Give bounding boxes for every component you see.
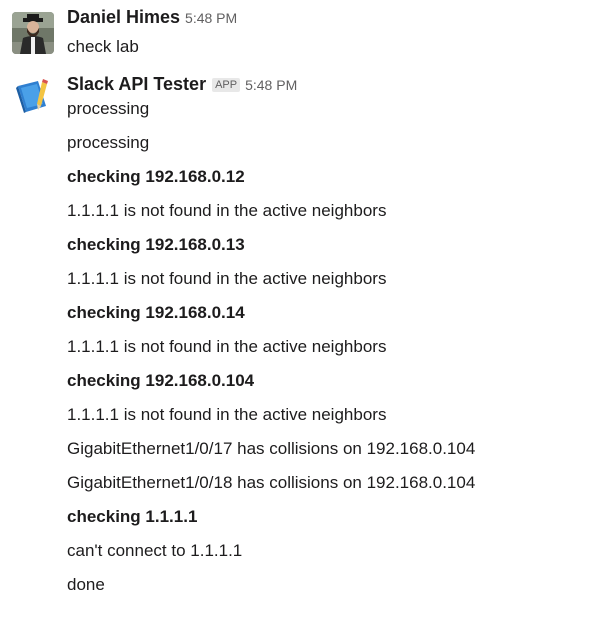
message-text: done [67,575,105,594]
message-text: 1.1.1.1 is not found in the active neigh… [67,405,387,424]
status-heading: checking 192.168.0.12 [67,167,245,186]
message-header: Daniel Himes 5:48 PM [67,7,237,33]
status-heading: checking 1.1.1.1 [67,507,198,526]
message-text: GigabitEthernet1/0/18 has collisions on … [67,473,476,492]
user-avatar[interactable] [12,12,54,54]
message-timestamp[interactable]: 5:48 PM [245,77,297,93]
message-slack-api-tester: Slack API Tester APP 5:48 PM processing p… [0,68,613,608]
message-text: processing [67,133,150,152]
bot-avatar[interactable] [12,76,54,118]
message-timestamp[interactable]: 5:48 PM [185,10,237,26]
message-text: GigabitEthernet1/0/17 has collisions on … [67,439,476,458]
app-badge: APP [212,78,241,92]
message-text: can't connect to 1.1.1.1 [67,541,243,560]
person-photo-icon [12,12,54,54]
message-text: 1.1.1.1 is not found in the active neigh… [67,337,387,356]
message-header: Slack API Tester APP 5:48 PM [67,74,297,100]
message-text: processing [67,99,150,118]
sender-name[interactable]: Slack API Tester [67,74,206,95]
status-heading: checking 192.168.0.13 [67,235,245,254]
message-text: 1.1.1.1 is not found in the active neigh… [67,269,387,288]
status-heading: checking 192.168.0.14 [67,303,245,322]
status-heading: checking 192.168.0.104 [67,371,255,390]
book-pencil-icon [12,76,54,118]
message-text: 1.1.1.1 is not found in the active neigh… [67,201,387,220]
message-text: check lab [67,37,139,56]
message-daniel-himes: Daniel Himes 5:48 PM check lab [0,0,613,64]
sender-name[interactable]: Daniel Himes [67,7,180,28]
